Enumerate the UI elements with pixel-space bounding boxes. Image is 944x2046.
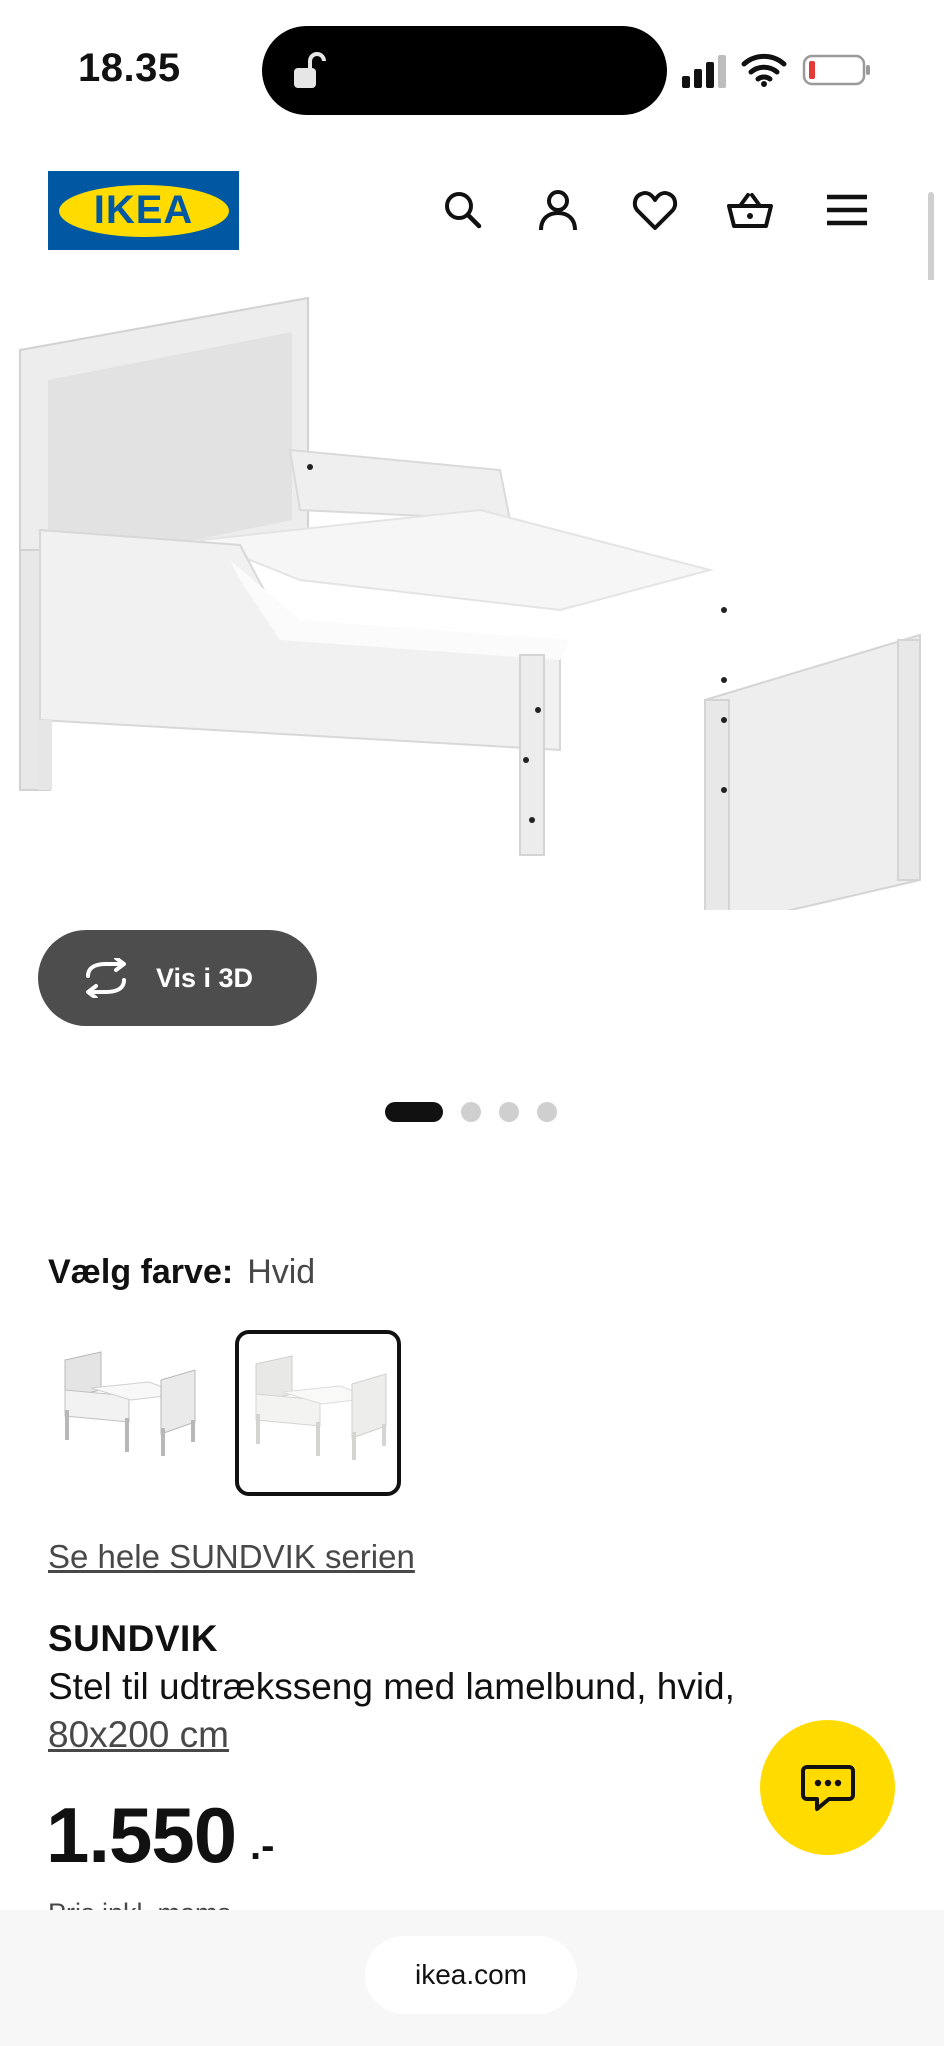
battery-icon xyxy=(802,54,870,86)
color-swatch[interactable] xyxy=(48,1330,214,1496)
rotate-3d-icon xyxy=(86,958,126,998)
price-note: Pris inkl. moms xyxy=(48,1896,348,1910)
heart-icon[interactable] xyxy=(631,186,679,234)
signal-icon xyxy=(682,55,726,88)
logo-text: IKEA xyxy=(93,188,194,232)
site-header: IKEA xyxy=(0,160,944,260)
product-price: 1.550 xyxy=(46,1791,237,1879)
wifi-icon xyxy=(741,53,787,87)
status-bar: 18.35 xyxy=(0,0,944,140)
lock-icon xyxy=(294,52,326,88)
price-note-clip: Pris inkl. moms xyxy=(48,1896,348,1910)
product-size-link[interactable]: 80x200 cm xyxy=(48,1714,229,1756)
view-in-3d-label: Vis i 3D xyxy=(156,962,254,993)
color-value: Hvid xyxy=(247,1253,316,1291)
user-icon[interactable] xyxy=(534,186,582,234)
color-label: Vælg farve: xyxy=(48,1253,234,1291)
bed-thumbnail xyxy=(255,1355,387,1460)
browser-bottom-bar: ikea.com xyxy=(0,1910,944,2046)
product-image[interactable] xyxy=(0,280,944,910)
carousel-dot[interactable] xyxy=(461,1102,481,1122)
carousel-dot[interactable] xyxy=(499,1102,519,1122)
carousel-dot[interactable] xyxy=(537,1102,557,1122)
chat-button[interactable] xyxy=(760,1720,895,1855)
price-suffix: .- xyxy=(250,1824,275,1868)
bed-thumbnail xyxy=(64,1351,196,1456)
dynamic-island xyxy=(262,26,667,115)
ikea-logo[interactable]: IKEA xyxy=(48,171,239,250)
color-selector-heading: Vælg farve: Hvid xyxy=(48,1253,315,1292)
carousel-dot[interactable] xyxy=(385,1102,443,1122)
series-link[interactable]: Se hele SUNDVIK serien xyxy=(48,1538,415,1576)
view-in-3d-button[interactable]: Vis i 3D xyxy=(38,930,317,1026)
logo-oval: IKEA xyxy=(58,184,229,237)
address-bar[interactable]: ikea.com xyxy=(365,1936,577,2014)
status-time: 18.35 xyxy=(78,46,181,90)
carousel-indicator xyxy=(385,1102,575,1122)
chat-icon xyxy=(800,1764,855,1811)
menu-icon[interactable] xyxy=(823,186,871,234)
product-name: SUNDVIK xyxy=(48,1618,219,1659)
search-icon[interactable] xyxy=(439,186,487,234)
product-description: Stel til udtræksseng med lamelbund, hvid… xyxy=(48,1666,735,1707)
color-swatch-selected[interactable] xyxy=(235,1330,401,1496)
basket-icon[interactable] xyxy=(726,186,774,234)
